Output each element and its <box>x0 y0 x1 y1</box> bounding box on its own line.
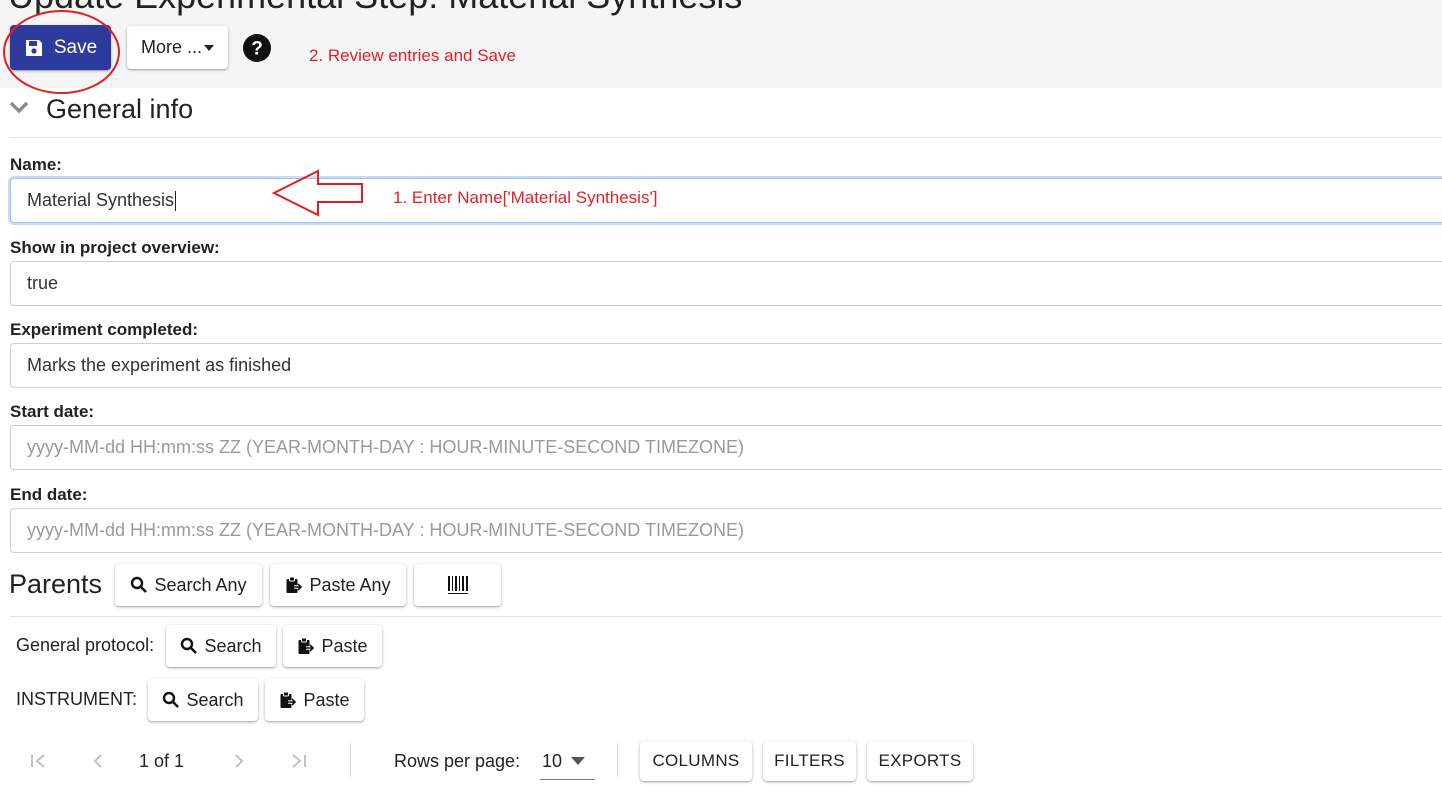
show-in-overview-field[interactable]: true <box>10 261 1442 306</box>
help-icon[interactable]: ? <box>243 34 271 62</box>
instrument-paste-button[interactable]: Paste <box>265 679 364 721</box>
section-divider <box>10 137 1442 138</box>
pager-divider <box>350 743 351 777</box>
exports-button[interactable]: EXPORTS <box>867 741 973 781</box>
paste-label: Paste <box>303 689 350 710</box>
end-date-input[interactable]: yyyy-MM-dd HH:mm:ss ZZ (YEAR-MONTH-DAY :… <box>10 508 1442 553</box>
paste-icon <box>298 637 316 654</box>
search-icon <box>181 637 198 654</box>
page-title: Update Experimental Step: Material Synth… <box>8 0 742 14</box>
section-title-general-info: General info <box>46 94 194 124</box>
search-icon <box>163 691 180 708</box>
paste-any-label: Paste Any <box>309 574 391 595</box>
svg-text:?: ? <box>251 39 263 60</box>
annotation-step-1: 1. Enter Name['Material Synthesis'] <box>393 188 658 207</box>
paste-any-button[interactable]: Paste Any <box>270 564 406 606</box>
columns-button[interactable]: COLUMNS <box>640 741 752 781</box>
barcode-icon <box>447 576 468 594</box>
search-label: Search <box>204 635 262 656</box>
name-label: Name: <box>10 155 62 174</box>
experiment-completed-field[interactable]: Marks the experiment as finished <box>10 343 1442 388</box>
show-in-overview-label: Show in project overview: <box>10 238 220 257</box>
instrument-search-button[interactable]: Search <box>148 679 258 721</box>
annotation-arrow <box>272 169 363 217</box>
annotation-step-2: 2. Review entries and Save <box>309 46 516 65</box>
paste-icon <box>286 576 304 593</box>
experiment-completed-label: Experiment completed: <box>10 320 198 339</box>
general-protocol-paste-button[interactable]: Paste <box>283 625 382 667</box>
previous-page-icon[interactable] <box>92 753 104 769</box>
chevron-down-icon <box>571 757 585 765</box>
barcode-button[interactable] <box>414 564 501 606</box>
parents-title: Parents <box>9 569 103 599</box>
highlight-circle <box>3 10 120 94</box>
general-protocol-search-button[interactable]: Search <box>166 625 276 667</box>
toolbar-divider <box>617 743 618 777</box>
name-value: Material Synthesis <box>27 190 175 210</box>
chevron-down-icon[interactable] <box>10 100 28 114</box>
rows-per-page-label: Rows per page: <box>394 751 521 771</box>
page-info: 1 of 1 <box>139 751 185 771</box>
end-date-label: End date: <box>10 485 88 504</box>
general-protocol-label: General protocol: <box>16 635 155 655</box>
parents-divider <box>10 616 1442 617</box>
start-date-input[interactable]: yyyy-MM-dd HH:mm:ss ZZ (YEAR-MONTH-DAY :… <box>10 425 1442 470</box>
instrument-label: INSTRUMENT: <box>16 689 137 709</box>
next-page-icon[interactable] <box>233 753 245 769</box>
rows-per-page-select[interactable]: 10 <box>540 742 595 780</box>
rows-per-page-value: 10 <box>542 751 563 771</box>
last-page-icon[interactable] <box>289 753 307 769</box>
search-any-button[interactable]: Search Any <box>115 564 262 606</box>
first-page-icon[interactable] <box>30 753 48 769</box>
start-date-label: Start date: <box>10 402 95 421</box>
search-label: Search <box>186 689 244 710</box>
name-input[interactable]: Material Synthesis <box>10 178 1442 223</box>
more-label: More ... <box>140 37 202 57</box>
more-dropdown-button[interactable]: More ... <box>127 26 228 69</box>
paste-label: Paste <box>321 635 368 656</box>
text-cursor <box>175 191 177 212</box>
filters-button[interactable]: FILTERS <box>763 741 856 781</box>
search-any-label: Search Any <box>154 574 247 595</box>
search-icon <box>131 576 148 593</box>
paste-icon <box>280 691 298 708</box>
caret-down-icon <box>204 44 214 51</box>
